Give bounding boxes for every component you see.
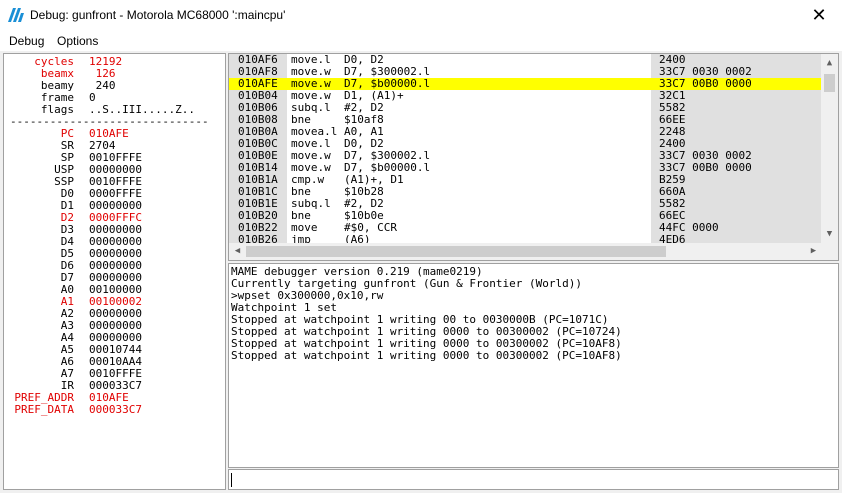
disassembly-horizontal-scrollbar[interactable]: ◀ ▶ [229,243,822,260]
title-bar: Debug: gunfront - Motorola MC68000 ':mai… [0,0,842,31]
disassembly-address: 010AF6 [238,53,278,66]
disassembly-instruction: move.l D0, D2 [291,53,384,66]
console-line: Stopped at watchpoint 1 writing 0000 to … [231,349,622,362]
disassembly-address: 010B1C [238,185,278,198]
disassembly-instruction: bne $10b0e [291,209,384,222]
scrollbar-corner [821,243,838,260]
register-panel[interactable]: ------------------------------ cycles 121… [3,53,226,490]
window-title: Debug: gunfront - Motorola MC68000 ':mai… [30,8,286,22]
scroll-left-icon[interactable]: ◀ [229,244,246,258]
disassembly-opcode-bytes: 32C1 [659,89,686,102]
disassembly-opcode-bytes: 660A [659,185,686,198]
disassembly-address: 010B0C [238,137,278,150]
disassembly-row[interactable]: 010B1E subq.l #2, D2 5582 [229,198,822,210]
disassembly-opcode-bytes: 5582 [659,101,686,114]
text-caret [231,473,232,487]
disassembly-opcode-bytes: B259 [659,173,686,186]
mame-logo-icon [8,8,24,22]
register-value[interactable]: 000033C7 [89,404,142,416]
disassembly-address: 010AFE [238,77,278,90]
disassembly-opcode-bytes: 33C7 0030 0002 [659,65,752,78]
close-icon: ✕ [811,5,827,25]
horizontal-scroll-thumb[interactable] [246,246,666,257]
disassembly-instruction: cmp.w (A1)+, D1 [291,173,404,186]
disassembly-row[interactable]: 010B1A cmp.w (A1)+, D1 B259 [229,174,822,186]
scroll-down-icon[interactable]: ▼ [821,227,838,241]
disassembly-opcode-bytes: 66EE [659,113,686,126]
disassembly-row[interactable]: 010B14 move.w D7, $b00000.l 33C7 00B0 0000 [229,162,822,174]
disassembly-row[interactable]: 010AF6 move.l D0, D2 2400 [229,54,822,66]
disassembly-instruction: move.l D0, D2 [291,137,384,150]
disassembly-opcode-bytes: 33C7 00B0 0000 [659,161,752,174]
disassembly-address: 010B1A [238,173,278,186]
disassembly-instruction: move #$0, CCR [291,221,397,234]
register-value[interactable]: ..S..III.....Z.. [89,104,195,116]
disassembly-address: 010B06 [238,101,278,114]
disassembly-opcode-bytes: 2248 [659,125,686,138]
disassembly-address: 010B1E [238,197,278,210]
disassembly-row[interactable]: 010B0C move.l D0, D2 2400 [229,138,822,150]
disassembly-row[interactable]: 010B1C bne $10b28 660A [229,186,822,198]
disassembly-instruction: subq.l #2, D2 [291,197,384,210]
disassembly-address: 010B08 [238,113,278,126]
register-row: flags ..S..III.....Z.. [4,104,225,116]
disassembly-instruction: move.w D1, (A1)+ [291,89,404,102]
disassembly-row[interactable]: 010B0E move.w D7, $300002.l 33C7 0030 0002 [229,150,822,162]
disassembly-address: 010B14 [238,161,278,174]
register-name: PREF_DATA [14,403,74,416]
disassembly-row[interactable]: 010B06 subq.l #2, D2 5582 [229,102,822,114]
close-button[interactable]: ✕ [796,0,842,31]
disassembly-opcode-bytes: 2400 [659,137,686,150]
register-row: beamy 240 [4,80,225,92]
disassembly-address: 010AF8 [238,65,278,78]
scroll-right-icon[interactable]: ▶ [805,244,822,258]
disassembly-address: 010B22 [238,221,278,234]
register-row: PREF_DATA 000033C7 [4,404,225,416]
disassembly-opcode-bytes: 33C7 0030 0002 [659,149,752,162]
disassembly-address: 010B0E [238,149,278,162]
disassembly-row[interactable]: 010B04 move.w D1, (A1)+ 32C1 [229,90,822,102]
disassembly-opcode-bytes: 33C7 00B0 0000 [659,77,752,90]
disassembly-row[interactable]: 010AF8 move.w D7, $300002.l 33C7 0030 0002 [229,66,822,78]
disassembly-row[interactable]: 010B08 bne $10af8 66EE [229,114,822,126]
disassembly-opcode-bytes: 5582 [659,197,686,210]
disassembly-panel[interactable]: 010B26 jmp (A6) 4ED6 010B22 move #$0, CCR 44F… [228,53,839,261]
menu-bar: Debug Options [0,31,842,51]
disassembly-opcode-bytes: 66EC [659,209,686,222]
scroll-up-icon[interactable]: ▲ [821,56,838,70]
command-input[interactable] [228,469,839,490]
disassembly-address: 010B04 [238,89,278,102]
disassembly-instruction: movea.l A0, A1 [291,125,384,138]
disassembly-opcode-bytes: 44FC 0000 [659,221,719,234]
vertical-scroll-thumb[interactable] [824,74,835,92]
menu-options[interactable]: Options [57,34,98,48]
disassembly-instruction: move.w D7, $b00000.l [291,161,431,174]
disassembly-row[interactable]: 010B20 bne $10b0e 66EC [229,210,822,222]
disassembly-instruction: subq.l #2, D2 [291,101,384,114]
disassembly-row[interactable]: 010B0A movea.l A0, A1 2248 [229,126,822,138]
debugger-frame: ------------------------------ cycles 121… [0,51,842,493]
disassembly-instruction: bne $10af8 [291,113,384,126]
disassembly-opcode-bytes: 2400 [659,53,686,66]
disassembly-row-current[interactable]: 010AFE move.w D7, $b00000.l 33C7 00B0 0000 [229,78,822,90]
disassembly-instruction: bne $10b28 [291,185,384,198]
register-name: flags [40,103,74,116]
disassembly-address: 010B20 [238,209,278,222]
console-output[interactable]: MAME debugger version 0.219 (mame0219) Cu… [228,263,839,468]
menu-debug[interactable]: Debug [9,34,44,48]
disassembly-instruction: move.w D7, $b00000.l [291,77,431,90]
disassembly-address: 010B0A [238,125,278,138]
disassembly-instruction: move.w D7, $300002.l [291,149,431,162]
disassembly-vertical-scrollbar[interactable]: ▲ ▼ [821,54,838,243]
disassembly-instruction: move.w D7, $300002.l [291,65,431,78]
disassembly-row[interactable]: 010B22 move #$0, CCR 44FC 0000 [229,222,822,234]
